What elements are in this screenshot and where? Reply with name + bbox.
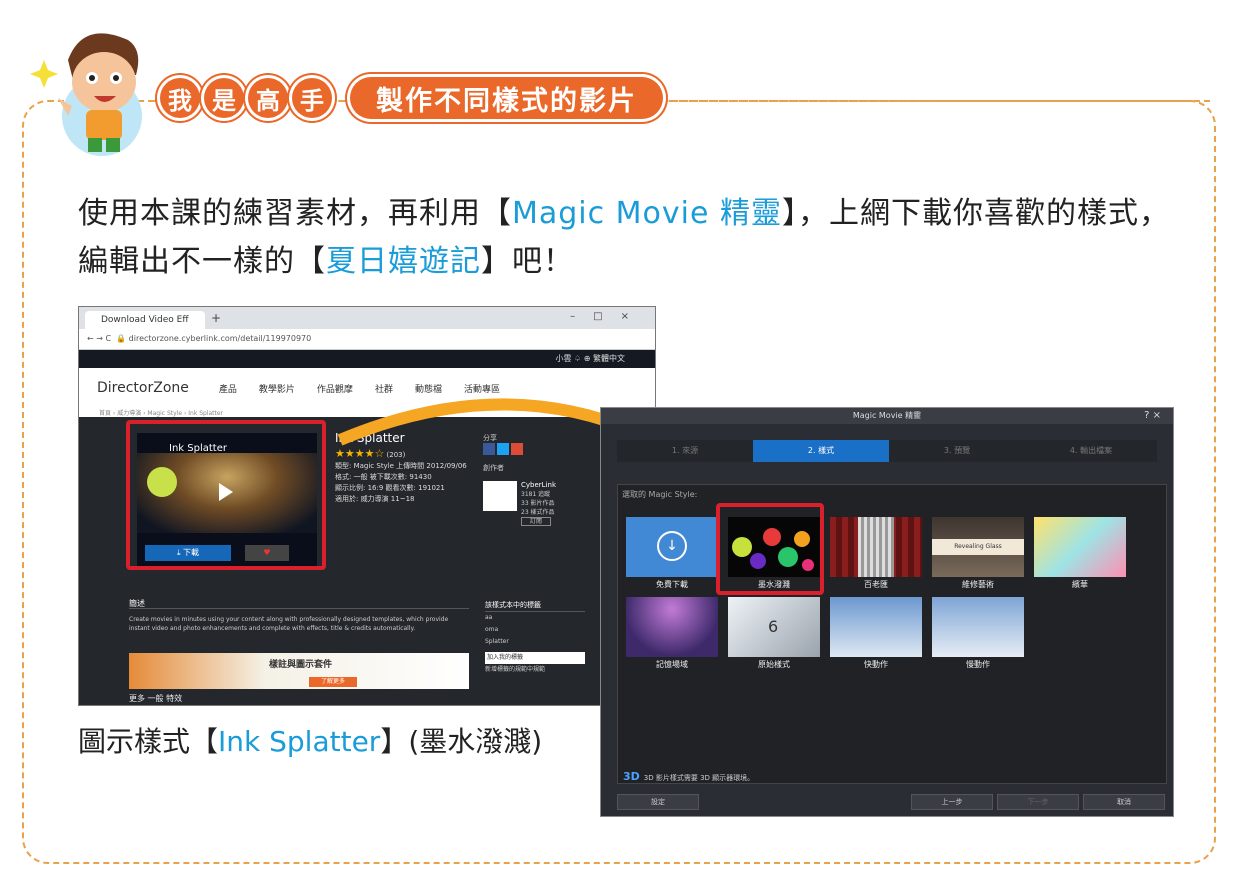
wizard-steps: 1. 來源 2. 樣式 3. 預覽 4. 輸出檔案 (617, 440, 1157, 462)
instruction-highlight: 夏日嬉遊記 (326, 244, 481, 279)
step-output[interactable]: 4. 輸出檔案 (1025, 440, 1157, 462)
step-style[interactable]: 2. 樣式 (753, 440, 889, 462)
style-label: 慢動作 (966, 660, 990, 669)
style-label: 繽華 (1072, 580, 1088, 589)
curtain-graphic (858, 517, 894, 577)
style-grid: 選取的 Magic Style: ↓ 免費下載 墨水潑濺 百老匯 Reveali… (617, 484, 1167, 784)
magic-movie-dialog: Magic Movie 精靈 ? × 1. 來源 2. 樣式 3. 預覽 4. … (600, 407, 1174, 817)
more-effects[interactable]: 更多 一般 特效 (129, 693, 182, 704)
instruction-part: 使用本課的練習素材，再利用【 (78, 196, 512, 231)
caption-suffix: 】(墨水潑濺) (380, 725, 543, 758)
style-thumb-memory[interactable] (626, 597, 718, 657)
style-label: 快動作 (864, 660, 888, 669)
instruction-text: 使用本課的練習素材，再利用【Magic Movie 精靈】，上網下載你喜歡的樣式… (78, 190, 1188, 286)
style-thumb-broadway[interactable] (830, 517, 922, 577)
settings-button[interactable]: 設定 (617, 794, 699, 810)
note-3d-text: 3D 影片樣式需要 3D 顯示器環境。 (643, 774, 755, 782)
title-pill: 製作不同樣式的影片 (350, 77, 663, 119)
instruction-highlight: Magic Movie 精靈 (512, 196, 782, 231)
reel-number: 6 (768, 617, 779, 636)
caption-prefix: 圖示樣式【 (78, 725, 219, 758)
style-thumb-bloom[interactable] (1034, 517, 1126, 577)
tag-input[interactable]: 加入我的標籤 (485, 652, 585, 664)
grid-label: 選取的 Magic Style: (622, 490, 698, 499)
tag-item[interactable]: aa (485, 612, 585, 624)
browser-tabbar: Download Video Eff + –□× (79, 307, 655, 329)
badge-char: 高 (248, 78, 288, 118)
badge-char: 手 (292, 78, 332, 118)
dialog-buttons: 設定 上一步 下一步 取消 (617, 794, 1165, 810)
cancel-button[interactable]: 取消 (1083, 794, 1165, 810)
tag-sidebar: 該樣式本中的標籤 aa oma Splatter 加入我的標籤 新增標籤的規範中… (485, 599, 585, 676)
site-topbar: 小雲 ♤ ⊕ 繁體中文 (79, 350, 655, 368)
film-strip-graphic: Revealing Glass (932, 539, 1024, 555)
tag-item[interactable]: Splatter (485, 636, 585, 648)
badge-char: 是 (204, 78, 244, 118)
window-controls[interactable]: –□× (570, 311, 647, 322)
badge-char: 我 (160, 78, 200, 118)
step-source[interactable]: 1. 來源 (617, 440, 753, 462)
style-label: 記憶場域 (656, 660, 688, 669)
style-label: 原始樣式 (758, 660, 790, 669)
address-bar[interactable]: ← → C 🔒 directorzone.cyberlink.com/detai… (79, 329, 655, 350)
figure-caption: 圖示樣式【Ink Splatter】(墨水潑濺) (78, 720, 542, 760)
style-thumb-retro[interactable]: Revealing Glass (932, 517, 1024, 577)
browser-tab[interactable]: Download Video Eff (85, 311, 205, 329)
description-heading: 簡述 (129, 599, 469, 609)
style-thumb-slow[interactable] (932, 597, 1024, 657)
highlight-frame-dialog (716, 503, 824, 595)
dialog-titlebar: Magic Movie 精靈 ? × (601, 408, 1173, 424)
style-thumb-download[interactable]: ↓ (626, 517, 718, 577)
step-preview[interactable]: 3. 預覽 (889, 440, 1025, 462)
tag-item[interactable]: oma (485, 624, 585, 636)
author-stat: 23 樣式作品 (521, 509, 555, 516)
caption-highlight: Ink Splatter (218, 725, 381, 758)
dialog-title: Magic Movie 精靈 (852, 411, 922, 420)
instruction-part: 】吧！ (481, 244, 574, 279)
style-label: 維修藝術 (962, 580, 994, 589)
description: 簡述 Create movies in minutes using your c… (129, 599, 469, 633)
banner-button[interactable]: 了解更多 (309, 677, 357, 687)
style-label: 百老匯 (864, 580, 888, 589)
section-title: 我 是 高 手 製作不同樣式的影片 (160, 74, 663, 122)
tag-note: 新增標籤的規範中規範 (485, 666, 546, 673)
prev-button[interactable]: 上一步 (911, 794, 993, 810)
dialog-controls[interactable]: ? × (1144, 408, 1161, 424)
style-label: 免費下載 (656, 580, 688, 589)
nav-item[interactable]: 教學影片 (259, 382, 295, 395)
note-3d: 3D 3D 影片樣式需要 3D 顯示器環境。 (623, 770, 754, 783)
badge-3d-icon: 3D (623, 770, 640, 783)
description-text: Create movies in minutes using your cont… (129, 616, 449, 632)
subscribe-button[interactable]: 訂閱 (521, 517, 552, 526)
new-tab-icon[interactable]: + (211, 311, 221, 325)
nav-item[interactable]: 產品 (219, 382, 237, 395)
style-thumb-fast[interactable] (830, 597, 922, 657)
kid-mascot-icon (30, 33, 142, 156)
site-logo[interactable]: DirectorZone (97, 380, 189, 396)
tags-heading: 該樣式本中的標籤 (485, 599, 585, 612)
next-button[interactable]: 下一步 (997, 794, 1079, 810)
download-icon: ↓ (657, 531, 687, 561)
style-thumb-original[interactable]: 6 (728, 597, 820, 657)
banner-text: 樣註與圖示套件 (269, 660, 333, 670)
promo-banner[interactable]: 樣註與圖示套件 了解更多 (129, 653, 469, 689)
highlight-frame (126, 420, 326, 570)
address-url: directorzone.cyberlink.com/detail/119970… (128, 334, 312, 343)
